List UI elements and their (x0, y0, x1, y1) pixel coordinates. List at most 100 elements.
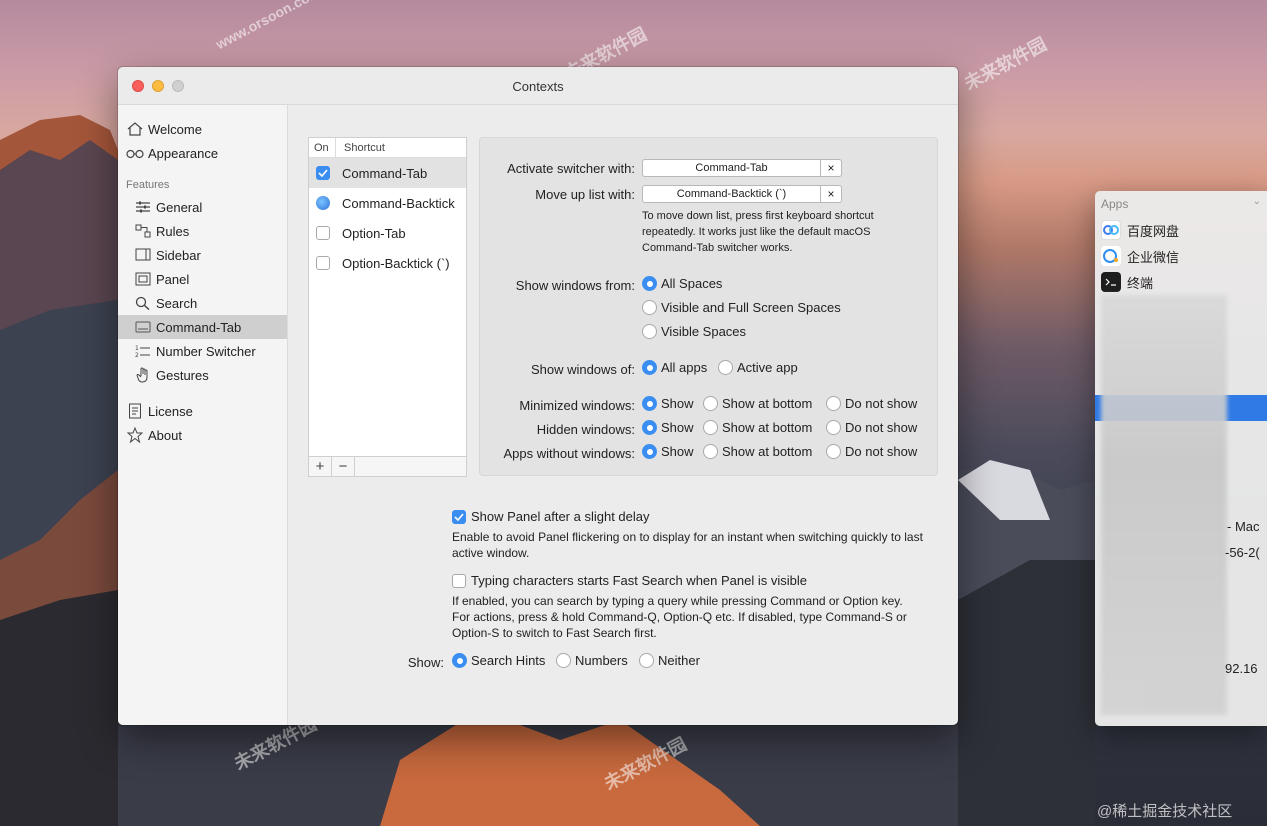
preferences-window: Contexts Welcome Appearance Features Gen… (118, 67, 958, 725)
sidebar-item-welcome[interactable]: Welcome (118, 117, 287, 141)
moveup-shortcut-field[interactable]: Command-Backtick (`) × (642, 185, 842, 203)
typing-note: If enabled, you can search by typing a q… (452, 594, 907, 640)
radio-minimized-do-not-show[interactable]: Do not show (826, 396, 917, 411)
radio-all-apps[interactable]: All apps (642, 360, 707, 375)
radio-active-app[interactable]: Active app (718, 360, 798, 375)
sidebar-item-label: Appearance (148, 145, 219, 161)
sidebar-item-search[interactable]: Search (118, 291, 287, 315)
window-title-fragment: - Mac (1227, 519, 1260, 534)
terminal-icon (1101, 272, 1121, 292)
sidebar-item-label: Command-Tab (156, 319, 242, 335)
radio-visible-fullscreen-spaces[interactable]: Visible and Full Screen Spaces (642, 300, 841, 315)
sidebar-item-about[interactable]: About (118, 423, 287, 447)
sidebar-item-label: Gestures (156, 367, 209, 383)
hidden-label: Hidden windows: (536, 422, 635, 437)
license-icon (126, 403, 144, 419)
activate-shortcut-field[interactable]: Command-Tab × (642, 159, 842, 177)
radio-numbers[interactable]: Numbers (556, 653, 628, 668)
table-row[interactable]: Option-Backtick (`) (309, 248, 466, 278)
shortcut-label: Command-Backtick (342, 195, 455, 211)
table-row[interactable]: Option-Tab (309, 218, 466, 248)
show-label: Show: (407, 655, 444, 670)
enabled-checkbox[interactable] (316, 196, 330, 210)
shortcut-label: Option-Tab (342, 225, 406, 241)
sidebar-item-appearance[interactable]: Appearance (118, 141, 287, 165)
sidebar-item-sidebar[interactable]: Sidebar (118, 243, 287, 267)
app-item[interactable]: 企业微信 (1095, 243, 1267, 269)
moveup-label: Move up list with: (535, 187, 635, 202)
number-list-icon: 12 (134, 343, 152, 359)
sidebar-item-command-tab[interactable]: Command-Tab (118, 315, 287, 339)
radio-visible-spaces[interactable]: Visible Spaces (642, 324, 746, 339)
apps-switcher-panel: Apps ⌄ 百度网盘 企业微信 终端 - Mac -56-2( 92.16 (1095, 191, 1267, 726)
glasses-icon (126, 145, 144, 161)
sidebar-item-license[interactable]: License (118, 399, 287, 423)
baidu-netdisk-icon (1101, 220, 1121, 240)
star-icon (126, 427, 144, 443)
show-from-label: Show windows from: (515, 278, 635, 293)
no-windows-label: Apps without windows: (503, 446, 635, 461)
table-row[interactable]: Command-Backtick (309, 188, 466, 218)
sidebar-item-number-switcher[interactable]: 12 Number Switcher (118, 339, 287, 363)
wecom-icon (1101, 246, 1121, 266)
shortcut-table: On Shortcut Command-Tab Command-Backtick… (308, 137, 467, 457)
panel-icon (134, 271, 152, 287)
sidebar-item-panel[interactable]: Panel (118, 267, 287, 291)
window-title-fragment: 92.16 (1225, 661, 1258, 676)
watermark-credit: @稀土掘金技术社区 (1097, 803, 1233, 820)
title-bar[interactable]: Contexts (118, 67, 958, 105)
enabled-checkbox[interactable] (316, 256, 330, 270)
table-header: On Shortcut (309, 138, 466, 158)
sidebar-section-features: Features (126, 179, 170, 191)
sidebar-item-rules[interactable]: Rules (118, 219, 287, 243)
rules-icon (134, 223, 152, 239)
enabled-checkbox[interactable] (316, 166, 330, 180)
sidebar-item-label: General (156, 199, 203, 215)
add-shortcut-button[interactable]: + (309, 457, 332, 476)
clear-icon[interactable]: × (820, 186, 841, 202)
sidebar-item-label: Search (156, 295, 198, 311)
moveup-note: To move down list, press first keyboard … (642, 210, 874, 254)
svg-text:2: 2 (135, 352, 139, 358)
radio-nowindows-show-at-bottom[interactable]: Show at bottom (703, 444, 812, 459)
table-row[interactable]: Command-Tab (309, 158, 466, 188)
sidebar-item-general[interactable]: General (118, 195, 287, 219)
sidebar-item-label: License (148, 403, 193, 419)
radio-all-spaces[interactable]: All Spaces (642, 276, 722, 291)
radio-hidden-show[interactable]: Show (642, 420, 694, 435)
clear-icon[interactable]: × (820, 160, 841, 176)
sliders-icon (134, 199, 152, 215)
typing-checkbox[interactable]: Typing characters starts Fast Search whe… (452, 573, 807, 588)
app-item[interactable]: 终端 (1095, 269, 1267, 295)
enabled-checkbox[interactable] (316, 226, 330, 240)
column-header-shortcut[interactable]: Shortcut (336, 142, 385, 154)
radio-minimized-show-at-bottom[interactable]: Show at bottom (703, 396, 812, 411)
delay-checkbox[interactable]: Show Panel after a slight delay (452, 509, 650, 524)
radio-neither[interactable]: Neither (639, 653, 700, 668)
table-footer: + − (308, 457, 467, 477)
keyboard-icon (134, 319, 152, 335)
sidebar-item-gestures[interactable]: Gestures (118, 363, 287, 387)
column-header-on[interactable]: On (309, 138, 336, 157)
radio-search-hints[interactable]: Search Hints (452, 653, 545, 668)
hand-icon (134, 367, 152, 383)
chevron-down-icon[interactable]: ⌄ (1253, 196, 1261, 207)
sidebar: Welcome Appearance Features General Rule… (118, 105, 288, 725)
radio-nowindows-show[interactable]: Show (642, 444, 694, 459)
sidebar-item-label: Welcome (148, 121, 202, 137)
show-of-label: Show windows of: (530, 362, 635, 377)
radio-hidden-show-at-bottom[interactable]: Show at bottom (703, 420, 812, 435)
sidebar-item-label: About (148, 427, 182, 443)
radio-minimized-show[interactable]: Show (642, 396, 694, 411)
app-item[interactable]: 百度网盘 (1095, 217, 1267, 243)
sidebar-item-label: Number Switcher (156, 343, 256, 359)
sidebar-item-label: Sidebar (156, 247, 201, 263)
sidebar-item-label: Panel (156, 271, 190, 287)
radio-hidden-do-not-show[interactable]: Do not show (826, 420, 917, 435)
activate-label: Activate switcher with: (507, 161, 635, 176)
search-icon (134, 295, 152, 311)
window-title-fragment: -56-2( (1225, 545, 1260, 560)
remove-shortcut-button[interactable]: − (332, 457, 355, 476)
minimized-label: Minimized windows: (519, 398, 635, 413)
radio-nowindows-do-not-show[interactable]: Do not show (826, 444, 917, 459)
